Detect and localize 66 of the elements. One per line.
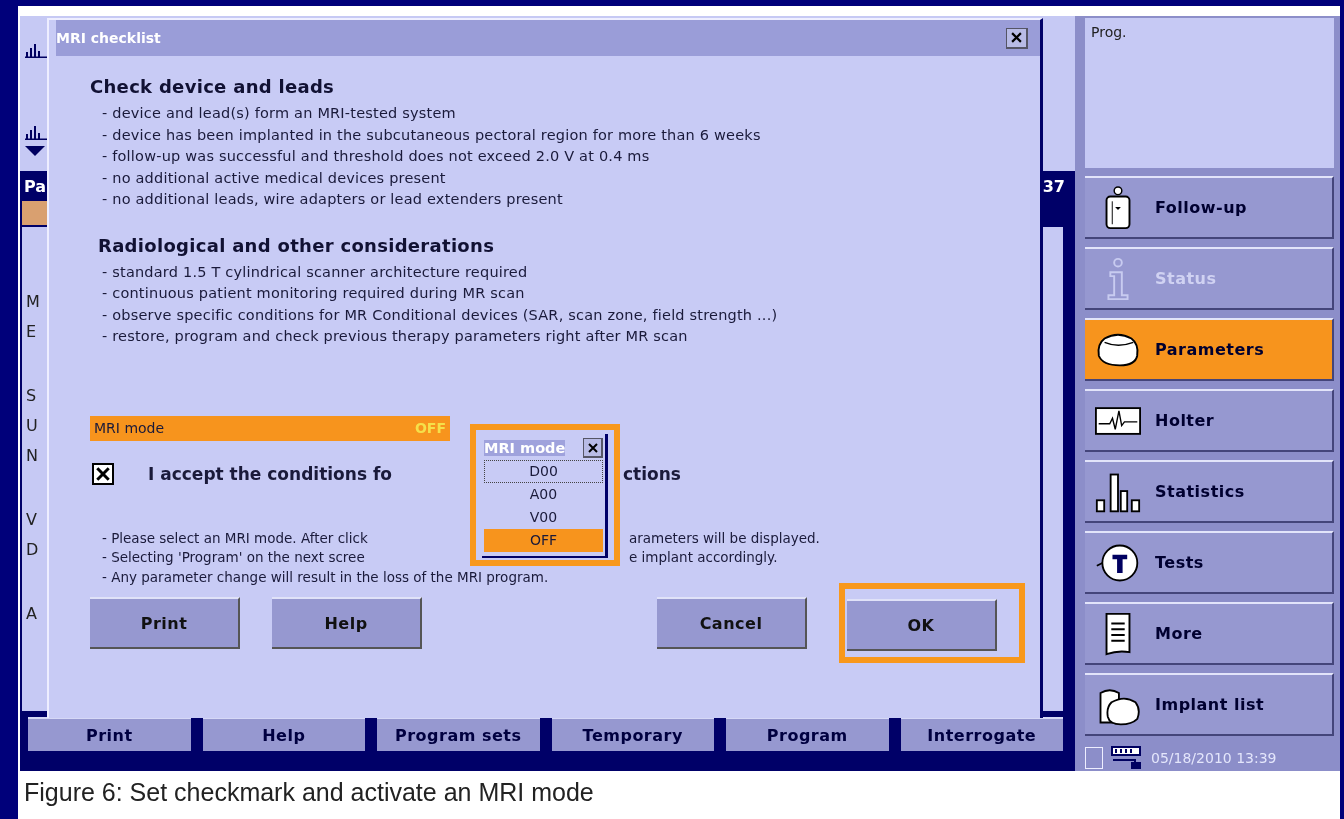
checklist-item: - device and lead(s) form an MRI-tested system: [101, 104, 457, 123]
dropdown-option[interactable]: V00: [484, 506, 603, 529]
close-button[interactable]: [1006, 27, 1028, 49]
bar-chart-icon[interactable]: [25, 124, 47, 140]
date-time: 05/18/2010 13:39: [1151, 750, 1277, 766]
dialog-button[interactable]: Cancel: [657, 597, 807, 649]
note-text: e implant accordingly.: [629, 548, 778, 567]
dropdown-option[interactable]: D00: [484, 460, 603, 483]
dialog-title: MRI checklist: [56, 30, 161, 46]
close-icon: [587, 442, 598, 453]
status-square: [1085, 747, 1103, 769]
section-heading: Check device and leads: [90, 75, 336, 99]
figure-caption: Figure 6: Set checkmark and activate an MRI mode: [23, 777, 595, 807]
triangle-icon[interactable]: [25, 146, 45, 156]
toolbar-button[interactable]: Print: [28, 717, 191, 751]
mri-mode-field[interactable]: MRI mode OFF: [90, 415, 450, 441]
toolbar-button[interactable]: Interrogate: [900, 717, 1063, 751]
nav-button[interactable]: Parameters: [1085, 318, 1334, 381]
panel-label: Prog.: [1091, 24, 1127, 40]
field-label: D: [26, 539, 40, 561]
checkbox-label: ctions: [623, 463, 681, 484]
checkbox[interactable]: [92, 462, 114, 485]
section-heading: Radiological and other considerations: [98, 233, 496, 258]
nav-button[interactable]: Statistics: [1085, 460, 1334, 523]
toolbar-button[interactable]: Program sets: [377, 717, 540, 751]
checklist-item: - restore, program and check previous therapy parameters right after MR scan: [101, 327, 689, 346]
dropdown-option[interactable]: OFF: [484, 529, 603, 552]
note-text: - Please select an MRI mode. After click: [102, 528, 369, 548]
field-label: S: [26, 385, 38, 407]
toolbar-button[interactable]: Temporary: [551, 717, 714, 751]
checkbox-label: I accept the conditions fo: [148, 463, 393, 484]
dialog-button[interactable]: OK: [847, 599, 997, 651]
checklist-item: - no additional active medical devices present: [101, 168, 447, 188]
checklist-item: - follow-up was successful and threshold does not exceed 2.0 V at 0.4 ms: [101, 147, 651, 166]
field-label: U: [26, 415, 39, 437]
close-button[interactable]: [583, 438, 603, 458]
note-text: arameters will be displayed.: [629, 528, 820, 548]
header-text: Pa: [24, 176, 47, 196]
toolbar-button[interactable]: Help: [202, 717, 365, 751]
note-text: - Selecting 'Program' on the next scree: [102, 548, 366, 567]
toolbar-button[interactable]: Program: [726, 717, 889, 751]
bar-chart-icon[interactable]: [25, 42, 47, 58]
checklist-item: - standard 1.5 T cylindrical scanner architecture required: [101, 262, 529, 282]
field-label: M: [26, 291, 41, 313]
nav-button[interactable]: Tests: [1085, 531, 1334, 594]
nav-button[interactable]: Implant list: [1085, 673, 1334, 736]
field-label: V: [26, 509, 38, 531]
field-label: N: [26, 445, 39, 467]
field-label: E: [26, 321, 38, 343]
dialog-button[interactable]: Print: [90, 597, 240, 649]
checklist-item: - observe specific conditions for MR Conditional devices (SAR, scan zone, field strength ...): [101, 305, 779, 325]
nav-button[interactable]: More: [1085, 602, 1334, 665]
dialog-button[interactable]: Help: [272, 597, 422, 649]
tab-marker: [22, 201, 47, 225]
checklist-item: - device has been implanted in the subcutaneous pectoral region for more than 6 weeks: [101, 125, 762, 145]
close-icon: [1011, 32, 1022, 43]
checklist-item: - continuous patient monitoring required during MR scan: [101, 284, 526, 303]
checklist-item: - no additional leads, wire adapters or lead extenders present: [101, 190, 564, 209]
nav-button[interactable]: Follow-up: [1085, 176, 1334, 239]
header-text: 37: [1042, 176, 1065, 196]
dropdown-option[interactable]: A00: [484, 483, 603, 506]
note-text: - Any parameter change will result in the loss of the MRI program.: [102, 567, 549, 587]
programmer-icon: [1111, 746, 1143, 770]
popup-title: MRI mode: [484, 440, 566, 456]
field-label: A: [26, 603, 38, 625]
nav-button[interactable]: Holter: [1085, 389, 1334, 452]
